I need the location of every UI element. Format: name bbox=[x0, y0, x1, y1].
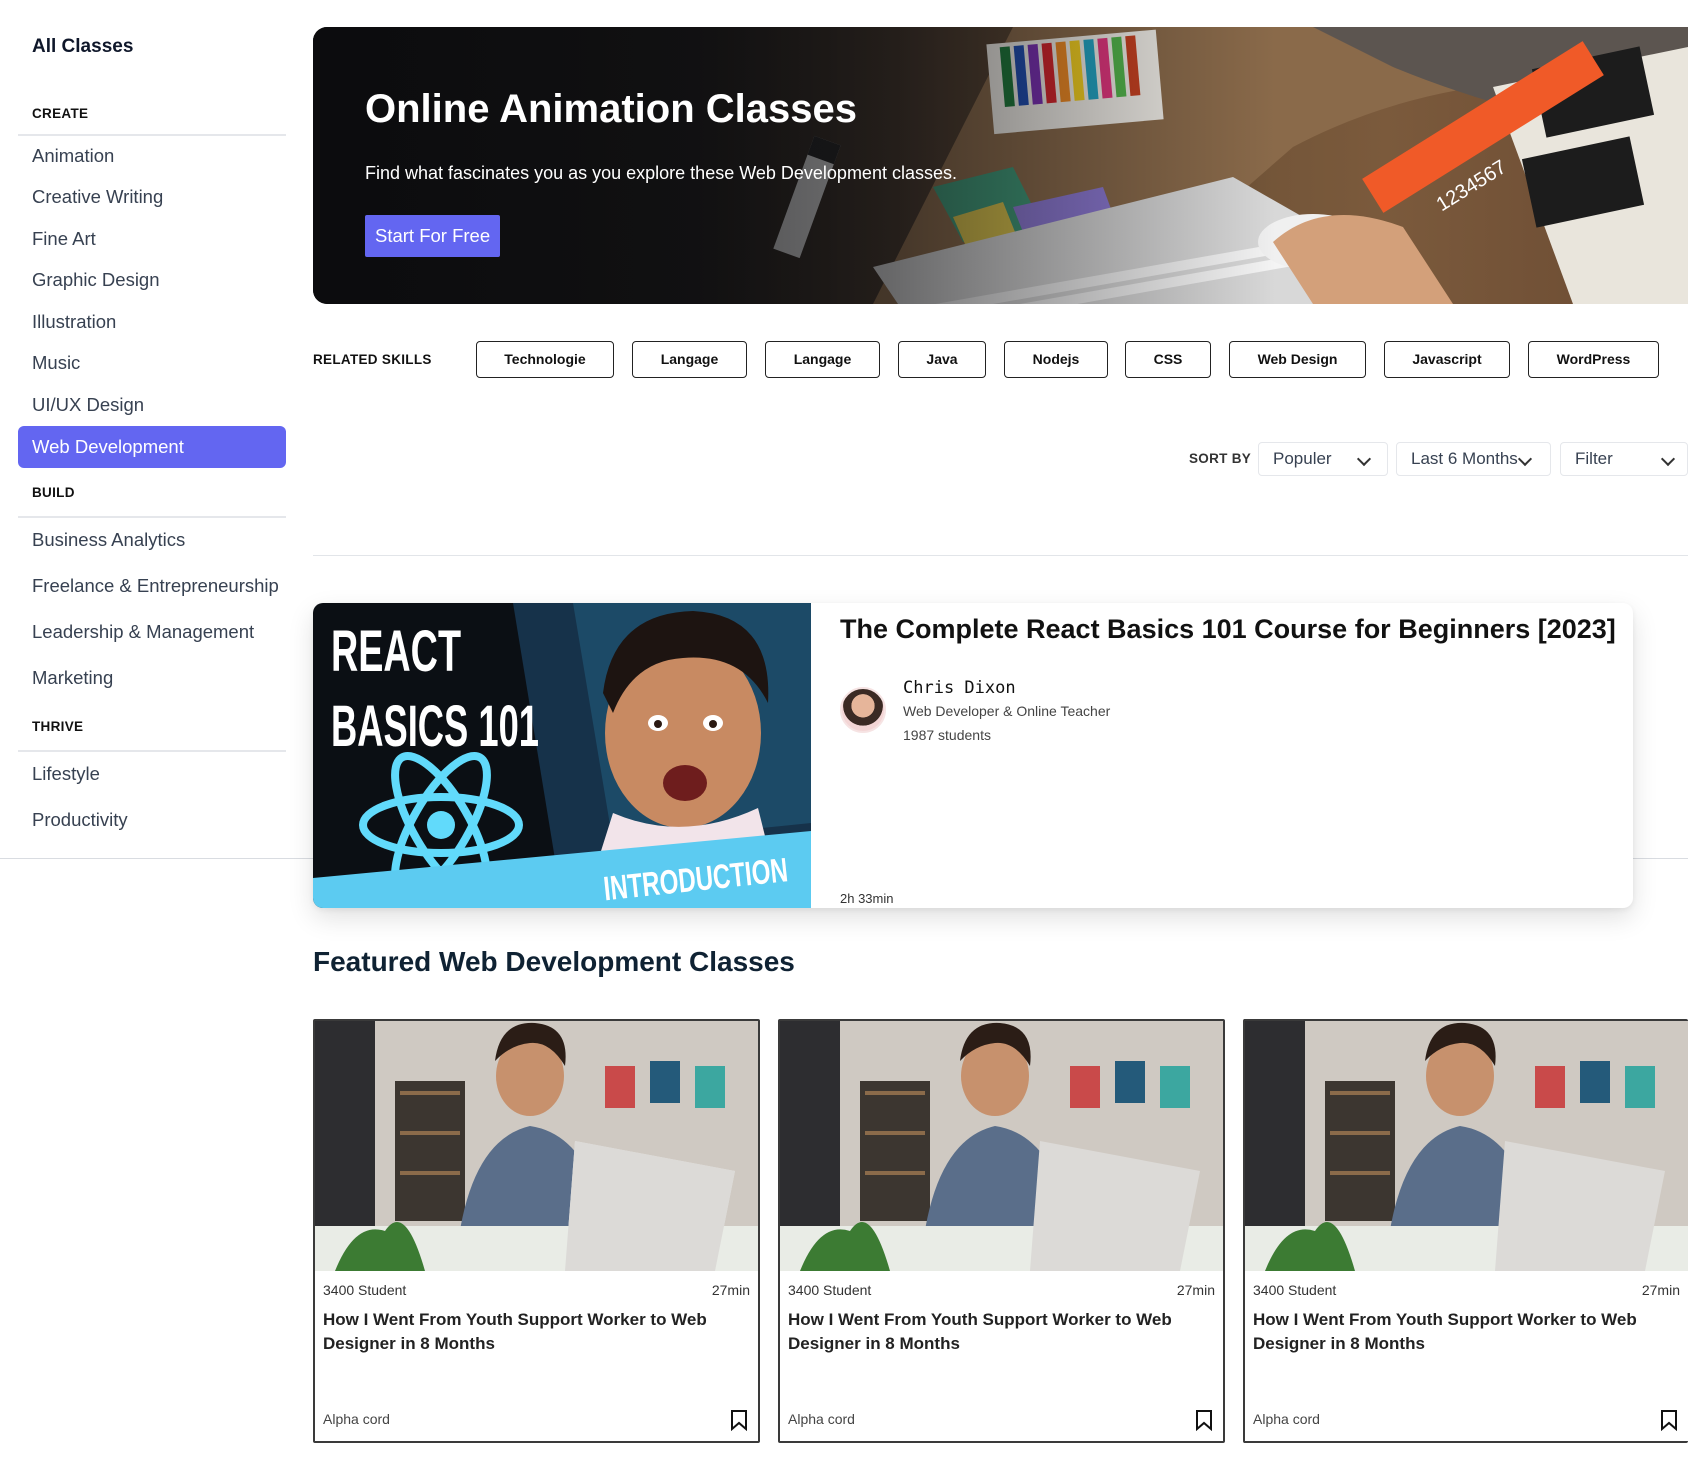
sidebar-item-marketing[interactable]: Marketing bbox=[18, 657, 286, 699]
class-thumbnail[interactable] bbox=[780, 1021, 1223, 1271]
hero-title: Online Animation Classes bbox=[365, 87, 857, 131]
student-count: 1987 students bbox=[903, 727, 991, 743]
divider bbox=[18, 516, 286, 518]
divider bbox=[18, 750, 286, 752]
sidebar-item-freelance[interactable]: Freelance & Entrepreneurship bbox=[18, 565, 286, 607]
skill-chip[interactable]: CSS bbox=[1125, 341, 1211, 378]
skill-chip[interactable]: Web Design bbox=[1229, 341, 1366, 378]
sort-select-value: Populer bbox=[1273, 449, 1332, 468]
section-thrive: THRIVE bbox=[32, 719, 84, 734]
class-students: 3400 Student bbox=[323, 1282, 407, 1298]
thumbnail-title-line2: BASICS 101 bbox=[331, 694, 539, 759]
sidebar-item-graphic-design[interactable]: Graphic Design bbox=[18, 259, 286, 301]
class-duration: 27min bbox=[711, 1282, 750, 1298]
course-thumbnail-art: REACT BASICS 101 INTRODUCTION bbox=[313, 603, 811, 908]
class-thumbnail[interactable] bbox=[1245, 1021, 1688, 1271]
class-author[interactable]: Alpha cord bbox=[788, 1411, 855, 1427]
period-select[interactable]: Last 6 Months bbox=[1396, 442, 1551, 476]
skill-chip[interactable]: Java bbox=[898, 341, 986, 378]
sidebar-item-productivity[interactable]: Productivity bbox=[18, 799, 286, 841]
class-card[interactable]: 3400 Student 27min How I Went From Youth… bbox=[1243, 1019, 1688, 1443]
class-card[interactable]: 3400 Student 27min How I Went From Youth… bbox=[313, 1019, 760, 1443]
section-build: BUILD bbox=[32, 485, 75, 500]
sidebar-item-business-analytics[interactable]: Business Analytics bbox=[18, 519, 286, 561]
sort-by-label: SORT BY bbox=[1189, 451, 1252, 466]
class-thumbnail-art bbox=[315, 1021, 758, 1271]
sidebar-item-uiux-design[interactable]: UI/UX Design bbox=[18, 384, 286, 426]
bookmark-icon[interactable] bbox=[730, 1409, 748, 1431]
hero-subtitle: Find what fascinates you as you explore … bbox=[365, 163, 957, 183]
skill-chip[interactable]: Nodejs bbox=[1004, 341, 1108, 378]
period-select-value: Last 6 Months bbox=[1411, 449, 1518, 468]
class-thumbnail-art bbox=[1245, 1021, 1688, 1271]
course-title[interactable]: The Complete React Basics 101 Course for… bbox=[840, 614, 1616, 645]
sidebar-item-lifestyle[interactable]: Lifestyle bbox=[18, 753, 286, 795]
featured-course-card[interactable]: REACT BASICS 101 INTRODUCTION The Comple… bbox=[313, 603, 1633, 908]
course-thumbnail[interactable]: REACT BASICS 101 INTRODUCTION bbox=[313, 603, 811, 908]
sidebar-title[interactable]: All Classes bbox=[32, 36, 133, 58]
skill-chip[interactable]: Technologie bbox=[476, 341, 614, 378]
start-for-free-button[interactable]: Start For Free bbox=[365, 215, 501, 257]
class-students: 3400 Student bbox=[1253, 1282, 1337, 1298]
sidebar-item-music[interactable]: Music bbox=[18, 342, 286, 384]
related-skills-label: RELATED SKILLS bbox=[313, 352, 432, 367]
class-card[interactable]: 3400 Student 27min How I Went From Youth… bbox=[778, 1019, 1225, 1443]
chevron-down-icon bbox=[1660, 451, 1676, 467]
sidebar-item-illustration[interactable]: Illustration bbox=[18, 301, 286, 343]
chevron-down-icon bbox=[1356, 451, 1372, 467]
class-author[interactable]: Alpha cord bbox=[1253, 1411, 1320, 1427]
skill-chip[interactable]: Langage bbox=[632, 341, 747, 378]
class-title[interactable]: How I Went From Youth Support Worker to … bbox=[323, 1308, 743, 1356]
sidebar-item-creative-writing[interactable]: Creative Writing bbox=[18, 176, 286, 218]
class-thumbnail-art bbox=[780, 1021, 1223, 1271]
skill-chip[interactable]: Javascript bbox=[1384, 341, 1510, 378]
course-duration: 2h 33min bbox=[840, 891, 894, 906]
sidebar-item-leadership[interactable]: Leadership & Management bbox=[18, 611, 286, 653]
bookmark-icon[interactable] bbox=[1195, 1409, 1213, 1431]
sidebar-item-web-development[interactable]: Web Development bbox=[18, 426, 286, 468]
class-thumbnail[interactable] bbox=[315, 1021, 758, 1271]
class-title[interactable]: How I Went From Youth Support Worker to … bbox=[788, 1308, 1208, 1356]
skill-chip[interactable]: Langage bbox=[765, 341, 880, 378]
skill-chip[interactable]: WordPress bbox=[1528, 341, 1659, 378]
class-author[interactable]: Alpha cord bbox=[323, 1411, 390, 1427]
filter-select-value: Filter bbox=[1575, 449, 1613, 468]
class-duration: 27min bbox=[1641, 1282, 1680, 1298]
chevron-down-icon bbox=[1517, 451, 1533, 467]
thumbnail-title-line1: REACT bbox=[331, 619, 461, 684]
instructor-name[interactable]: Chris Dixon bbox=[903, 678, 1016, 698]
class-title[interactable]: How I Went From Youth Support Worker to … bbox=[1253, 1308, 1673, 1356]
filter-select[interactable]: Filter bbox=[1560, 442, 1688, 476]
bookmark-icon[interactable] bbox=[1660, 1409, 1678, 1431]
class-duration: 27min bbox=[1176, 1282, 1215, 1298]
instructor-role: Web Developer & Online Teacher bbox=[903, 703, 1111, 719]
sidebar-item-animation[interactable]: Animation bbox=[18, 135, 286, 177]
content-divider bbox=[313, 555, 1688, 556]
section-create: CREATE bbox=[32, 106, 89, 121]
class-students: 3400 Student bbox=[788, 1282, 872, 1298]
avatar[interactable] bbox=[840, 687, 886, 733]
sidebar-item-fine-art[interactable]: Fine Art bbox=[18, 218, 286, 260]
sort-select[interactable]: Populer bbox=[1258, 442, 1388, 476]
hero-banner: 1234567 Onl bbox=[313, 27, 1688, 304]
section-title: Featured Web Development Classes bbox=[313, 946, 795, 977]
